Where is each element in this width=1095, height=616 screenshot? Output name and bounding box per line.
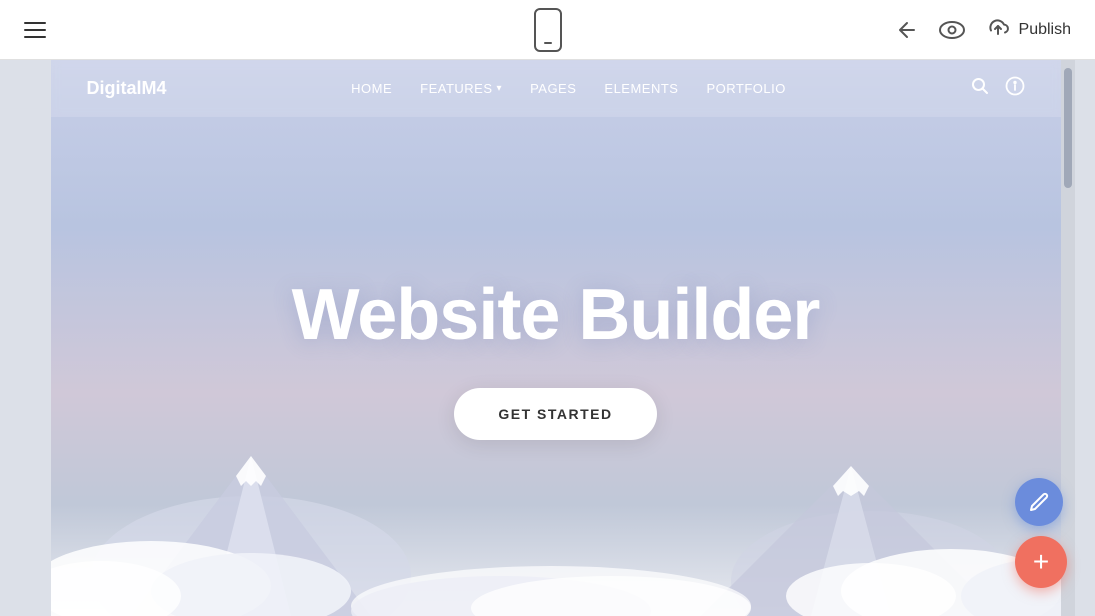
fab-container: + [1015, 478, 1067, 588]
site-canvas: DigitalM4 HOME FEATURES PAGES ELEMENTS P… [51, 60, 1061, 616]
back-button[interactable] [895, 18, 919, 42]
site-nav-icons [971, 76, 1025, 101]
menu-icon[interactable] [24, 22, 46, 38]
canvas-wrapper: DigitalM4 HOME FEATURES PAGES ELEMENTS P… [0, 60, 1095, 616]
nav-pages[interactable]: PAGES [530, 81, 576, 96]
hero-title: Website Builder [292, 276, 820, 355]
site-nav: DigitalM4 HOME FEATURES PAGES ELEMENTS P… [51, 60, 1061, 117]
publish-button[interactable]: Publish [985, 16, 1071, 44]
scrollbar-thumb[interactable] [1064, 68, 1072, 188]
cloud-upload-icon [985, 16, 1011, 44]
hero-section: DigitalM4 HOME FEATURES PAGES ELEMENTS P… [51, 60, 1061, 616]
toolbar-center [534, 8, 562, 52]
toolbar-left [24, 22, 46, 38]
hero-content: Website Builder GET STARTED [292, 276, 820, 439]
add-fab-button[interactable]: + [1015, 536, 1067, 588]
nav-elements[interactable]: ELEMENTS [604, 81, 678, 96]
publish-label: Publish [1019, 21, 1071, 39]
nav-home[interactable]: HOME [351, 81, 392, 96]
nav-portfolio[interactable]: PORTFOLIO [706, 81, 785, 96]
mobile-preview-icon[interactable] [534, 8, 562, 52]
site-logo: DigitalM4 [87, 78, 167, 99]
preview-button[interactable] [939, 21, 965, 39]
site-menu: HOME FEATURES PAGES ELEMENTS PORTFOLIO [351, 81, 786, 96]
nav-features[interactable]: FEATURES [420, 81, 502, 96]
toolbar-right: Publish [895, 16, 1071, 44]
info-icon[interactable] [1005, 76, 1025, 101]
search-icon[interactable] [971, 77, 989, 100]
toolbar: Publish [0, 0, 1095, 60]
main-area: DigitalM4 HOME FEATURES PAGES ELEMENTS P… [0, 60, 1095, 616]
edit-fab-button[interactable] [1015, 478, 1063, 526]
get-started-button[interactable]: GET STARTED [454, 388, 656, 440]
